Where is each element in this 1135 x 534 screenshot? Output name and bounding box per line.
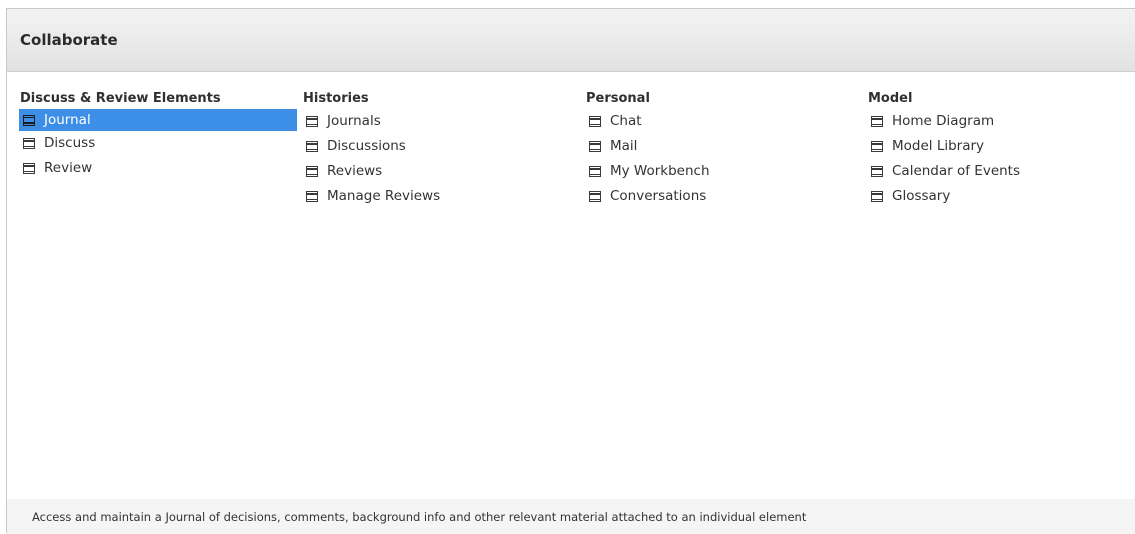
column-histories: Histories Journals Discussions Reviews M… xyxy=(302,89,580,209)
panel-icon xyxy=(306,191,318,202)
collaborate-window: Collaborate Discuss & Review Elements Jo… xyxy=(6,8,1135,534)
item-discussions[interactable]: Discussions xyxy=(302,134,580,159)
item-home-diagram[interactable]: Home Diagram xyxy=(867,109,1135,134)
item-label: Discuss xyxy=(44,135,96,151)
panel-icon xyxy=(871,116,883,127)
item-model-library[interactable]: Model Library xyxy=(867,134,1135,159)
item-my-workbench[interactable]: My Workbench xyxy=(585,159,863,184)
item-label: Journals xyxy=(327,113,381,129)
item-label: Mail xyxy=(610,138,638,154)
item-reviews[interactable]: Reviews xyxy=(302,159,580,184)
item-label: Glossary xyxy=(892,188,951,204)
panel-icon xyxy=(589,191,601,202)
item-label: Conversations xyxy=(610,188,707,204)
item-label: Model Library xyxy=(892,138,985,154)
column-personal: Personal Chat Mail My Workbench Conversa… xyxy=(585,89,863,209)
item-chat[interactable]: Chat xyxy=(585,109,863,134)
panel-icon xyxy=(589,166,601,177)
column-heading: Personal xyxy=(586,91,650,106)
item-mail[interactable]: Mail xyxy=(585,134,863,159)
item-label: My Workbench xyxy=(610,163,710,179)
panel-icon xyxy=(589,116,601,127)
panel-icon xyxy=(23,163,35,174)
item-manage-reviews[interactable]: Manage Reviews xyxy=(302,184,580,209)
panel-icon xyxy=(306,141,318,152)
panel-icon xyxy=(23,138,35,149)
item-calendar-of-events[interactable]: Calendar of Events xyxy=(867,159,1135,184)
item-review[interactable]: Review xyxy=(19,156,297,181)
column-heading: Model xyxy=(868,91,913,106)
panel-icon xyxy=(871,166,883,177)
item-conversations[interactable]: Conversations xyxy=(585,184,863,209)
column-model: Model Home Diagram Model Library Calenda… xyxy=(867,89,1135,209)
item-label: Calendar of Events xyxy=(892,163,1021,179)
column-discuss-review: Discuss & Review Elements Journal Discus… xyxy=(19,89,297,181)
panel-icon xyxy=(871,141,883,152)
panel-icon xyxy=(589,141,601,152)
window-header: Collaborate xyxy=(7,9,1135,72)
item-label: Review xyxy=(44,160,93,176)
item-label: Manage Reviews xyxy=(327,188,441,204)
column-heading: Discuss & Review Elements xyxy=(20,91,221,106)
description-text: Access and maintain a Journal of decisio… xyxy=(32,509,807,524)
panel-icon xyxy=(23,114,35,126)
item-label: Reviews xyxy=(327,163,383,179)
item-label: Chat xyxy=(610,113,642,129)
item-label: Discussions xyxy=(327,138,406,154)
status-description-bar: Access and maintain a Journal of decisio… xyxy=(7,499,1135,534)
column-heading: Histories xyxy=(303,91,369,106)
item-discuss[interactable]: Discuss xyxy=(19,131,297,156)
panel-icon xyxy=(306,116,318,127)
item-journals[interactable]: Journals xyxy=(302,109,580,134)
item-journal[interactable]: Journal xyxy=(19,109,297,131)
panel-icon xyxy=(871,191,883,202)
item-glossary[interactable]: Glossary xyxy=(867,184,1135,209)
item-label: Home Diagram xyxy=(892,113,995,129)
item-label: Journal xyxy=(44,111,91,128)
collaborate-content: Discuss & Review Elements Journal Discus… xyxy=(19,89,1135,489)
page-title: Collaborate xyxy=(20,31,118,49)
panel-icon xyxy=(306,166,318,177)
